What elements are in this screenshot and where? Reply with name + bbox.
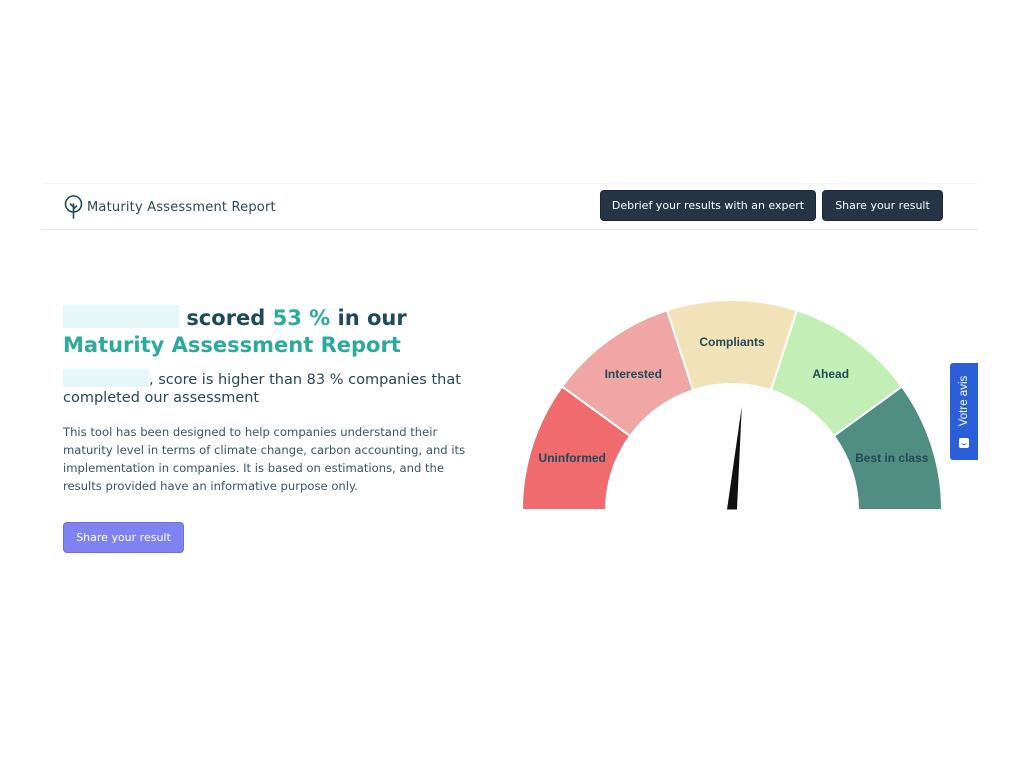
brand[interactable]: Maturity Assessment Report (64, 195, 276, 219)
debrief-expert-button[interactable]: Debrief your results with an expert (600, 190, 816, 221)
top-header: Maturity Assessment Report Debrief your … (42, 183, 978, 230)
gauge-label-best-in-class: Best in class (855, 451, 929, 465)
maturity-gauge: Uninformed Interested Compliants Ahead Best … (520, 299, 944, 511)
gauge-needle (727, 406, 742, 510)
gauge-label-compliants: Compliants (699, 335, 765, 349)
comparison-text: , score is higher than 83 % companies th… (63, 369, 483, 407)
redacted-company-name-2 (63, 369, 149, 387)
score-headline: scored 53 % in our (63, 305, 483, 332)
comparison-percent: 83 % (306, 372, 344, 388)
report-name-heading: Maturity Assessment Report (63, 333, 401, 357)
gauge-label-ahead: Ahead (812, 367, 849, 381)
share-result-button[interactable]: Share your result (63, 522, 184, 553)
comparison-part1: , score is higher than (149, 372, 303, 388)
score-value: 53 % (272, 306, 331, 330)
feedback-tab[interactable]: Votre avis (950, 363, 978, 460)
share-result-header-button[interactable]: Share your result (822, 190, 943, 221)
tree-icon (64, 195, 83, 219)
headline-scored: scored (186, 306, 266, 330)
smiley-icon (959, 438, 969, 448)
headline-in-our: in our (337, 306, 407, 330)
redacted-company-name (63, 305, 179, 328)
report-title: Maturity Assessment Report (87, 199, 276, 215)
feedback-label: Votre avis (958, 375, 970, 427)
gauge-label-interested: Interested (605, 367, 662, 381)
tool-description: This tool has been designed to help comp… (63, 425, 466, 493)
gauge-label-uninformed: Uninformed (539, 451, 606, 465)
score-summary: scored 53 % in our Maturity Assessment R… (63, 305, 483, 553)
